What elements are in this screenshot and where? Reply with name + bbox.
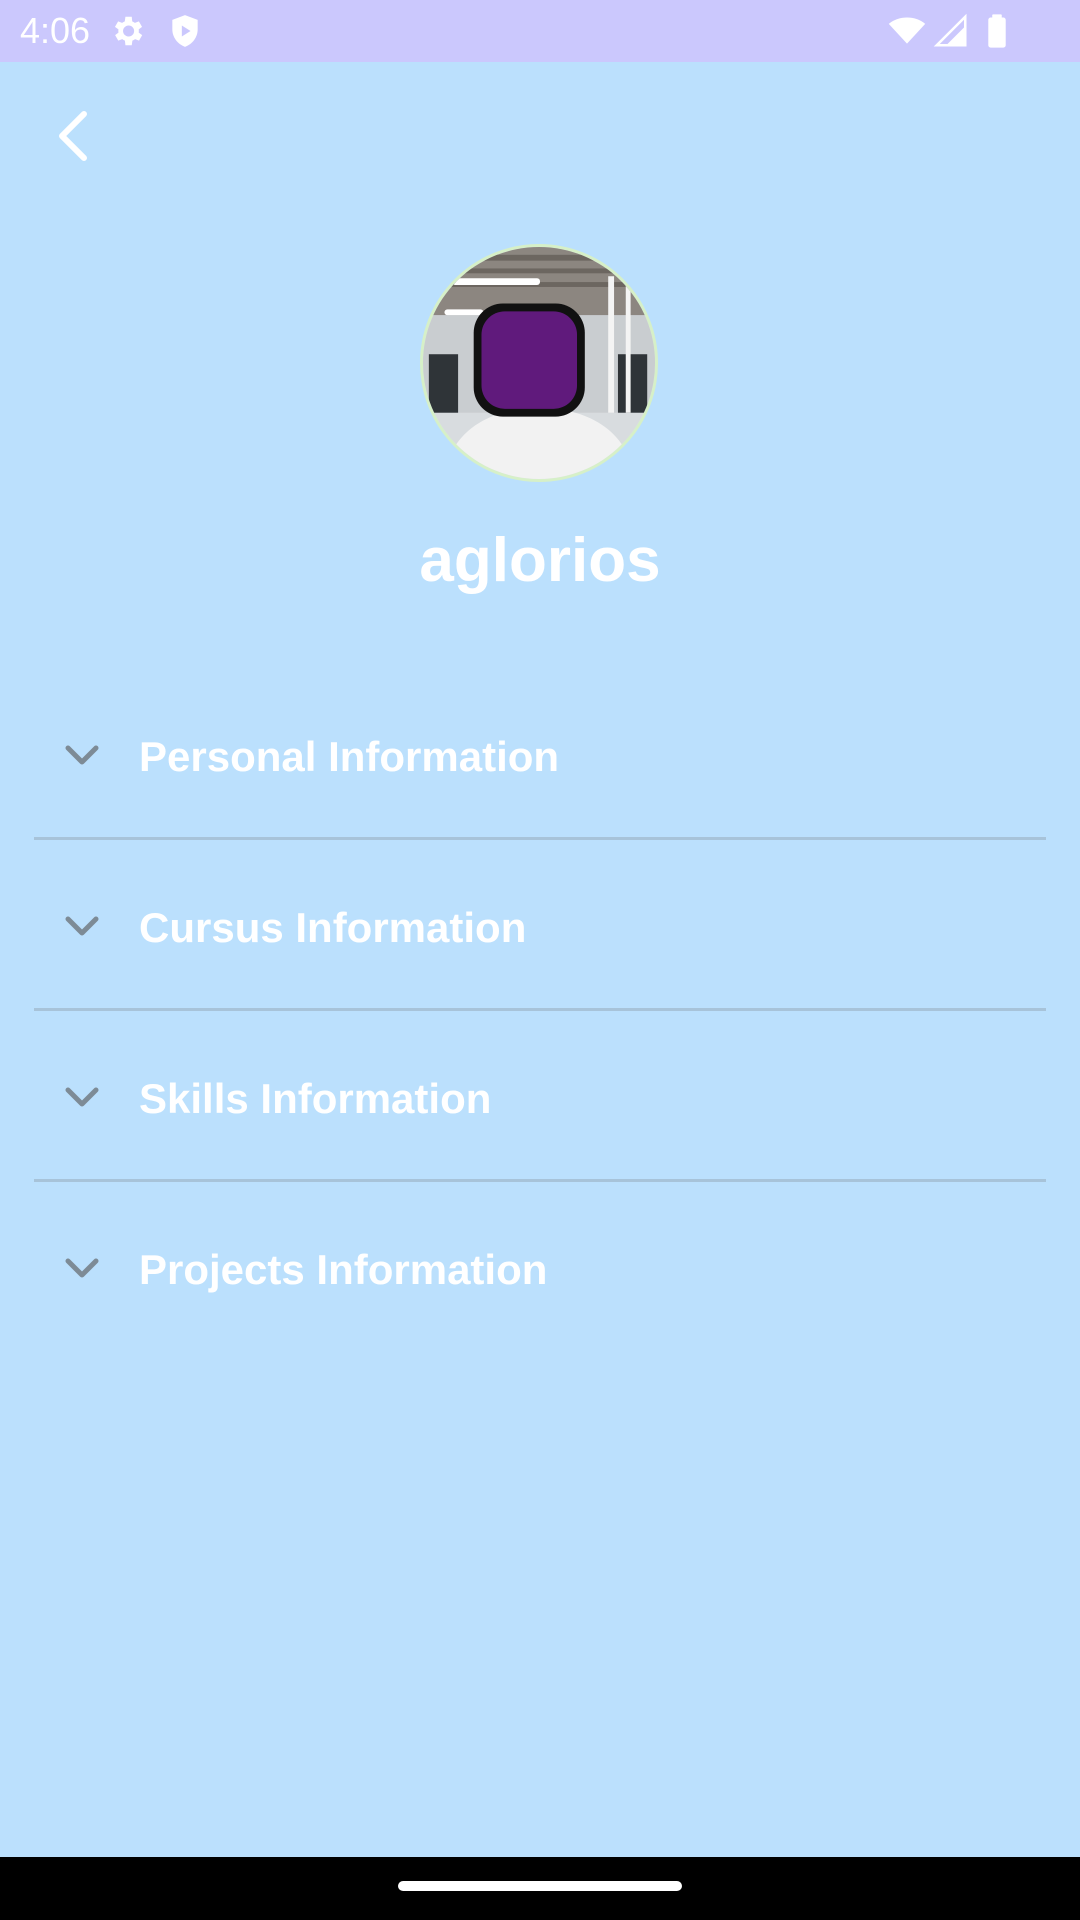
section-projects-information[interactable]: Projects Information <box>34 1185 1046 1353</box>
section-label: Projects Information <box>139 1246 548 1293</box>
divider <box>34 837 1046 840</box>
status-time: 4:06 <box>20 10 91 51</box>
chevron-down-icon <box>62 911 102 943</box>
battery-icon <box>978 12 1016 50</box>
cell-signal-icon <box>932 12 970 50</box>
chevron-down-icon <box>62 1253 102 1285</box>
wifi-icon <box>888 12 926 50</box>
chevron-down-icon <box>62 740 102 772</box>
section-label: Skills Information <box>139 1075 492 1122</box>
section-label: Personal Information <box>139 733 560 780</box>
home-indicator[interactable] <box>398 1881 682 1891</box>
section-skills-information[interactable]: Skills Information <box>34 1014 1046 1182</box>
shield-play-icon <box>166 12 204 50</box>
username: aglorios <box>419 526 661 595</box>
section-cursus-information[interactable]: Cursus Information <box>34 843 1046 1011</box>
profile-photo <box>423 247 655 479</box>
avatar <box>420 244 658 482</box>
divider <box>34 1179 1046 1182</box>
chevron-left-icon <box>59 111 87 161</box>
status-bar: 4:06 <box>0 0 1080 62</box>
chevron-down-icon <box>62 1082 102 1114</box>
gear-icon <box>108 12 146 50</box>
divider <box>34 1008 1046 1011</box>
back-button[interactable] <box>44 100 104 172</box>
section-label: Cursus Information <box>139 904 527 951</box>
section-personal-information[interactable]: Personal Information <box>34 672 1046 840</box>
